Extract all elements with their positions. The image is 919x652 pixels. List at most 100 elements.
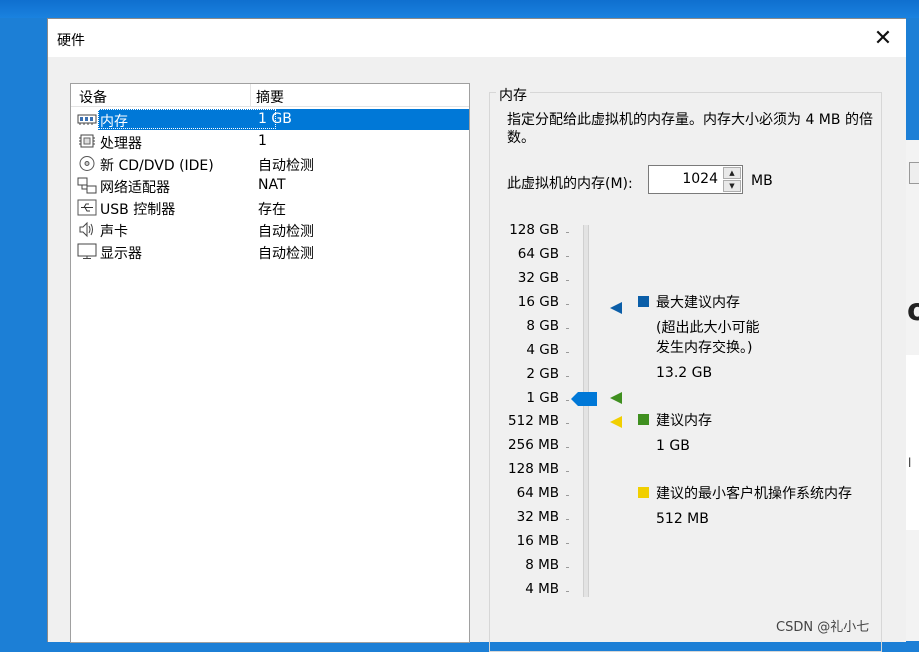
device-row-processor[interactable]: 处理器 1 [73,131,469,152]
scale-label: 32 MB [516,509,559,525]
scale-tick [566,232,569,233]
min-recommended-value: 512 MB [656,511,709,527]
memory-unit: MB [751,173,773,189]
scale-label: 8 MB [525,557,559,573]
device-name: 网络适配器 [100,180,170,196]
max-recommended-note: (超出此大小可能 发生内存交换。) [656,318,759,358]
scale-label: 4 MB [525,581,559,597]
scale-tick [566,376,569,377]
close-button[interactable]: ✕ [860,19,906,57]
scale-label: 16 GB [517,294,559,310]
device-summary: NAT [258,177,286,193]
recommended-title: 建议内存 [656,413,712,429]
arrow-down-icon: ▼ [729,182,735,190]
recommended-value: 1 GB [656,438,690,454]
background-window-glyph: o [907,293,919,328]
increment-button[interactable]: ▲ [723,167,741,179]
memory-group-title: 内存 [496,85,530,105]
scale-tick [566,256,569,257]
scale-label: 4 GB [526,342,559,358]
scale-tick [566,519,569,520]
memory-slider-thumb[interactable] [571,392,597,406]
device-summary: 1 [258,133,267,149]
scale-tick [566,352,569,353]
usb-icon [77,199,97,216]
watermark: CSDN @礼小七 [776,620,870,635]
scale-label: 128 MB [508,461,559,477]
scale-tick [566,304,569,305]
recommended-marker [610,392,622,404]
device-row-display[interactable]: 显示器 自动检测 [73,241,469,262]
max-recommended-swatch [638,296,649,307]
scale-label: 32 GB [517,270,559,286]
max-recommended-title: 最大建议内存 [656,295,740,311]
device-name: 显示器 [100,246,142,262]
scale-tick [566,423,569,424]
memory-icon [77,114,97,125]
column-header-summary[interactable]: 摘要 [256,87,284,107]
min-recommended-marker [610,416,622,428]
device-list[interactable]: 设备 摘要 内存 1 GB 处理器 1 新 CD/DVD (IDE) 自动检测 … [70,83,470,643]
max-recommended-marker [610,302,622,314]
device-summary: 1 GB [258,111,292,127]
column-header-device[interactable]: 设备 [79,87,107,107]
scale-label: 512 MB [508,413,559,429]
processor-icon [79,134,95,148]
monitor-icon [77,243,97,259]
title-bar: 硬件 ✕ [48,19,906,57]
device-name: 处理器 [100,136,142,152]
device-row-usb-controller[interactable]: USB 控制器 存在 [73,197,469,218]
network-adapter-icon [77,177,97,194]
device-summary: 存在 [258,202,286,218]
scale-tick [566,447,569,448]
scale-tick [566,328,569,329]
recommended-swatch [638,414,649,425]
hardware-dialog: 硬件 ✕ 设备 摘要 内存 1 GB 处理器 1 新 CD/DVD (IDE) … [47,18,906,652]
device-name: 声卡 [100,224,128,240]
arrow-up-icon: ▲ [729,169,735,177]
scale-label: 2 GB [526,366,559,382]
background-window-strip [905,355,919,530]
min-recommended-title: 建议的最小客户机操作系统内存 [656,486,852,502]
desktop-background [0,0,919,18]
device-row-memory[interactable]: 内存 1 GB [73,109,469,130]
scale-tick [566,543,569,544]
speaker-icon [79,221,93,238]
scale-label: 256 MB [508,437,559,453]
decrement-button[interactable]: ▼ [723,180,741,192]
max-recommended-note-line: (超出此大小可能 [656,320,760,336]
scale-label: 64 MB [516,485,559,501]
scale-tick [566,280,569,281]
memory-slider-track[interactable] [583,225,589,597]
scale-label: 64 GB [517,246,559,262]
background-window-button [909,162,919,184]
scale-tick [566,400,569,401]
background-window-glyph-small: l [908,456,912,470]
memory-spinbox[interactable]: 1024 ▲ ▼ [648,165,743,194]
memory-value-input[interactable]: 1024 [682,171,718,187]
scale-label: 8 GB [526,318,559,334]
device-summary: 自动检测 [258,246,314,262]
device-name: 新 CD/DVD (IDE) [100,158,214,174]
memory-description: 指定分配给此虚拟机的内存量。内存大小必须为 4 MB 的倍数。 [507,112,873,146]
device-summary: 自动检测 [258,158,314,174]
scale-tick [566,471,569,472]
memory-field-label: 此虚拟机的内存(M): [507,176,633,192]
device-row-sound-card[interactable]: 声卡 自动检测 [73,219,469,240]
window-title: 硬件 [57,33,85,49]
scale-label: 1 GB [526,390,559,406]
cd-dvd-icon [79,156,95,171]
scale-tick [566,591,569,592]
close-icon: ✕ [873,25,893,51]
device-row-network-adapter[interactable]: 网络适配器 NAT [73,175,469,196]
max-recommended-value: 13.2 GB [656,365,713,381]
device-row-cd-dvd[interactable]: 新 CD/DVD (IDE) 自动检测 [73,153,469,174]
min-recommended-swatch [638,487,649,498]
device-list-header: 设备 摘要 [71,84,469,107]
device-name: USB 控制器 [100,202,176,218]
column-separator[interactable] [250,84,251,106]
scale-tick [566,495,569,496]
max-recommended-note-line: 发生内存交换。) [656,340,753,356]
device-name: 内存 [100,114,128,130]
scale-label: 16 MB [516,533,559,549]
